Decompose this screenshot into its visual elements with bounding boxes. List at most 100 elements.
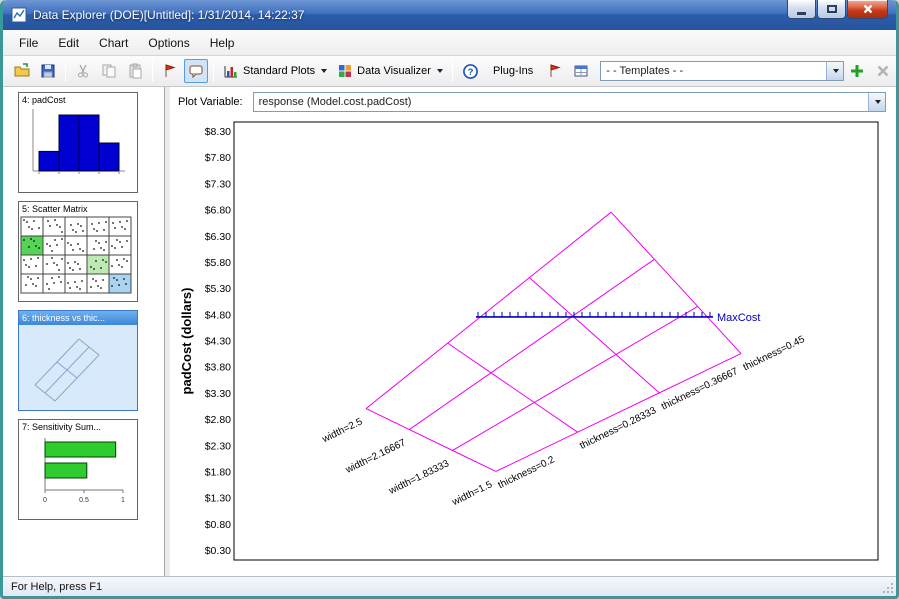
open-button[interactable] [10,59,34,83]
sensitivity-thumbnail: 00.51 [19,432,137,516]
carpet-thumbnail [19,325,137,409]
minimize-button[interactable] [787,0,816,19]
svg-text:$3.30: $3.30 [205,388,231,400]
svg-text:0: 0 [43,497,47,504]
copy-button[interactable] [97,59,121,83]
plot-variable-dropdown-button[interactable] [868,93,885,111]
chevron-down-icon [833,69,839,73]
plugins-flag-button[interactable] [543,59,567,83]
minimize-icon [797,12,806,15]
toolbar-separator [65,60,66,82]
flag-icon [162,63,178,79]
thumbnail-padcost[interactable]: 4: padCost [18,92,138,193]
bar-chart-icon [223,63,239,79]
svg-text:$7.30: $7.30 [205,178,231,190]
title-bar[interactable]: Data Explorer (DOE)[Untitled]: 1/31/2014… [3,0,896,30]
open-icon [14,63,30,79]
templates-combobox[interactable]: - - Templates - - [600,61,844,81]
chevron-down-icon [875,100,881,104]
window-title: Data Explorer (DOE)[Untitled]: 1/31/2014… [33,8,304,22]
histogram-thumbnail [19,105,137,189]
svg-text:$2.80: $2.80 [205,414,231,426]
plugins-label: Plug-Ins [493,65,533,77]
content-area: 4: padCost 5: Scatter Matrix 6: thicknes… [3,87,896,576]
thumbnail-label: 5: Scatter Matrix [19,202,137,214]
close-icon [862,3,874,15]
thumbnail-label: 7: Sensitivity Sum... [19,420,137,432]
templates-value: - - Templates - - [601,65,826,77]
svg-text:1: 1 [121,497,125,504]
main-panel: Plot Variable: response (Model.cost.padC… [170,87,896,576]
svg-text:$0.30: $0.30 [205,545,231,557]
menu-chart[interactable]: Chart [89,32,138,54]
svg-text:$5.80: $5.80 [205,257,231,269]
data-visualizer-icon [337,63,353,79]
help-icon: ? [462,63,479,80]
thumbnail-sensitivity-summary[interactable]: 7: Sensitivity Sum... 00.51 [18,419,138,520]
paste-icon [127,63,143,79]
plot-variable-label: Plot Variable: [178,96,243,108]
close-button[interactable] [847,0,888,19]
flag-button[interactable] [158,59,182,83]
delete-template-button[interactable] [871,59,895,83]
paste-button[interactable] [123,59,147,83]
menu-bar: File Edit Chart Options Help [3,30,896,56]
status-bar: For Help, press F1 [3,576,896,596]
add-template-button[interactable] [845,59,869,83]
plugins-button[interactable]: Plug-Ins [485,61,541,81]
resize-grip[interactable] [881,581,895,595]
template-window-button[interactable] [569,59,593,83]
scatter-matrix-thumbnail [19,214,137,298]
app-icon [11,7,27,23]
standard-plots-button[interactable]: Standard Plots [219,59,331,83]
svg-text:$8.30: $8.30 [205,126,231,138]
thumbnail-thickness-vs-thickness[interactable]: 6: thickness vs thic... [18,310,138,411]
svg-text:$2.30: $2.30 [205,440,231,452]
carpet-plot-svg: $8.30$7.80$7.30$6.80$6.30$5.80$5.30$4.80… [181,115,879,562]
templates-dropdown-button[interactable] [826,62,843,80]
status-text: For Help, press F1 [11,581,102,593]
comments-toggle-button[interactable] [184,59,208,83]
svg-text:$0.80: $0.80 [205,519,231,531]
window-grid-icon [573,63,589,79]
data-visualizer-button[interactable]: Data Visualizer [333,59,447,83]
plus-icon [849,63,865,79]
standard-plots-label: Standard Plots [243,65,315,77]
cut-button[interactable] [71,59,95,83]
help-button[interactable]: ? [458,59,483,84]
svg-text:MaxCost: MaxCost [717,312,760,324]
toolbar-separator [213,60,214,82]
svg-text:$7.80: $7.80 [205,152,231,164]
save-icon [40,63,56,79]
chevron-down-icon [321,69,327,73]
svg-text:$3.80: $3.80 [205,362,231,374]
svg-text:padCost (dollars): padCost (dollars) [181,288,194,395]
thumbnail-label: 4: padCost [19,93,137,105]
svg-text:$1.80: $1.80 [205,466,231,478]
plot-variable-value: response (Model.cost.padCost) [254,96,868,108]
app-window: Data Explorer (DOE)[Untitled]: 1/31/2014… [0,0,899,599]
menu-options[interactable]: Options [138,32,199,54]
maximize-button[interactable] [817,0,846,19]
thumbnail-label: 6: thickness vs thic... [19,311,137,325]
cut-icon [75,63,91,79]
svg-text:$4.30: $4.30 [205,336,231,348]
data-visualizer-label: Data Visualizer [357,65,431,77]
copy-icon [101,63,117,79]
flag-icon [547,63,563,79]
maximize-icon [827,5,837,13]
menu-help[interactable]: Help [200,32,245,54]
toolbar-separator [152,60,153,82]
menu-edit[interactable]: Edit [48,32,89,54]
comment-icon [188,63,204,79]
svg-text:?: ? [468,66,474,77]
toolbar-separator [452,60,453,82]
thumbnail-scatter-matrix[interactable]: 5: Scatter Matrix [18,201,138,302]
chart-region: $8.30$7.80$7.30$6.80$6.30$5.80$5.30$4.80… [181,115,879,562]
svg-text:$6.80: $6.80 [205,205,231,217]
thumbnail-sidebar: 4: padCost 5: Scatter Matrix 6: thicknes… [3,87,165,576]
menu-file[interactable]: File [9,32,48,54]
svg-text:$4.80: $4.80 [205,309,231,321]
save-button[interactable] [36,59,60,83]
plot-variable-combobox[interactable]: response (Model.cost.padCost) [253,92,886,112]
